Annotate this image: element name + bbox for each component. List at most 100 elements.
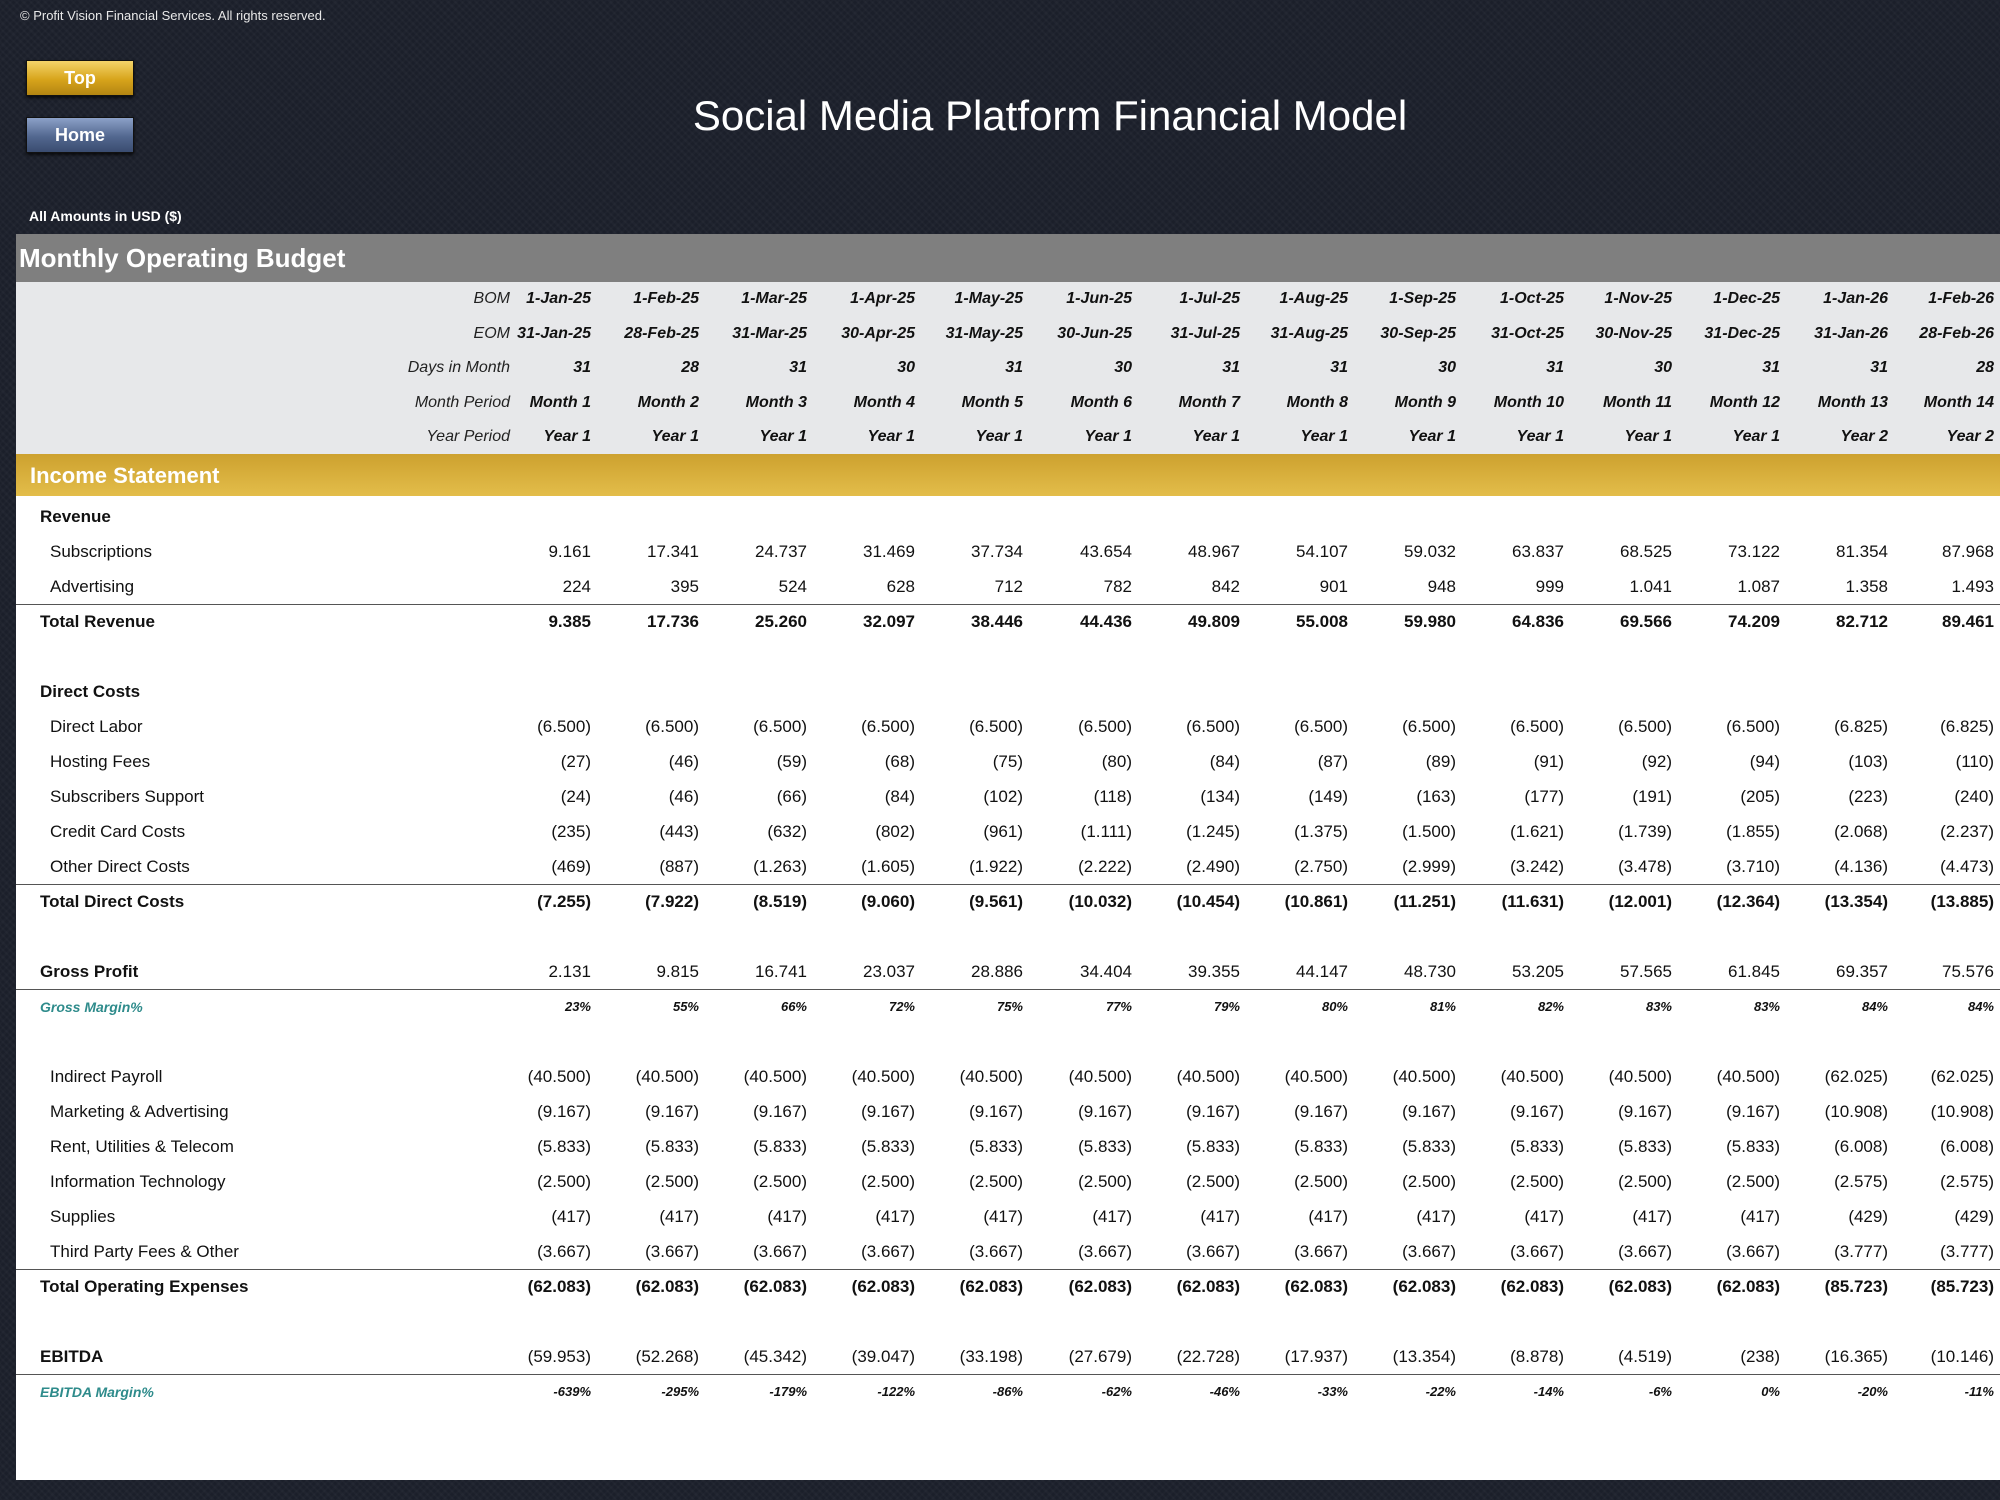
period-cell-m12[interactable]: 31	[1700, 351, 1780, 385]
period-cell-m6[interactable]: 30-Jun-25	[1052, 317, 1132, 351]
value-cell-m5[interactable]: (33.198)	[943, 1340, 1023, 1374]
value-cell-m7[interactable]: (1.245)	[1160, 815, 1240, 849]
value-cell-m13[interactable]: (223)	[1808, 780, 1888, 814]
value-cell-m10[interactable]: (3.242)	[1484, 850, 1564, 884]
value-cell-m6[interactable]: 44.436	[1052, 605, 1132, 639]
value-cell-m13[interactable]: (429)	[1808, 1200, 1888, 1234]
value-cell-m7[interactable]: (3.667)	[1160, 1235, 1240, 1269]
value-cell-m12[interactable]: 61.845	[1700, 955, 1780, 989]
value-cell-m9[interactable]: (3.667)	[1376, 1235, 1456, 1269]
value-cell-m6[interactable]: (118)	[1052, 780, 1132, 814]
value-cell-m1[interactable]: (59.953)	[511, 1340, 591, 1374]
value-cell-m10[interactable]: (40.500)	[1484, 1060, 1564, 1094]
value-cell-m4[interactable]: (9.060)	[835, 885, 915, 919]
period-cell-m2[interactable]: Year 1	[619, 420, 699, 454]
value-cell-m10[interactable]: (9.167)	[1484, 1095, 1564, 1129]
value-cell-m9[interactable]: (62.083)	[1376, 1270, 1456, 1304]
value-cell-m11[interactable]: -6%	[1592, 1375, 1672, 1409]
value-cell-m2[interactable]: 9.815	[619, 955, 699, 989]
value-cell-m8[interactable]: (17.937)	[1268, 1340, 1348, 1374]
value-cell-m4[interactable]: (84)	[835, 780, 915, 814]
value-cell-m4[interactable]: -122%	[835, 1375, 915, 1409]
value-cell-m11[interactable]: (92)	[1592, 745, 1672, 779]
period-cell-m2[interactable]: 28-Feb-25	[619, 317, 699, 351]
value-cell-m3[interactable]: (1.263)	[727, 850, 807, 884]
value-cell-m11[interactable]: 1.041	[1592, 570, 1672, 604]
value-cell-m9[interactable]: (417)	[1376, 1200, 1456, 1234]
value-cell-m6[interactable]: (62.083)	[1052, 1270, 1132, 1304]
value-cell-m2[interactable]: (417)	[619, 1200, 699, 1234]
value-cell-m3[interactable]: (8.519)	[727, 885, 807, 919]
value-cell-m5[interactable]: 75%	[943, 990, 1023, 1024]
value-cell-m11[interactable]: (417)	[1592, 1200, 1672, 1234]
value-cell-m5[interactable]: (1.922)	[943, 850, 1023, 884]
value-cell-m10[interactable]: 999	[1484, 570, 1564, 604]
value-cell-m10[interactable]: (177)	[1484, 780, 1564, 814]
value-cell-m3[interactable]: 66%	[727, 990, 807, 1024]
value-cell-m5[interactable]: (40.500)	[943, 1060, 1023, 1094]
value-cell-m2[interactable]: (6.500)	[619, 710, 699, 744]
period-cell-m5[interactable]: 31-May-25	[943, 317, 1023, 351]
value-cell-m8[interactable]: (5.833)	[1268, 1130, 1348, 1164]
value-cell-m12[interactable]: (40.500)	[1700, 1060, 1780, 1094]
period-cell-m14[interactable]: Month 14	[1914, 386, 1994, 420]
period-cell-m4[interactable]: 30-Apr-25	[835, 317, 915, 351]
value-cell-m5[interactable]: -86%	[943, 1375, 1023, 1409]
period-cell-m7[interactable]: Month 7	[1160, 386, 1240, 420]
value-cell-m8[interactable]: (87)	[1268, 745, 1348, 779]
value-cell-m5[interactable]: (62.083)	[943, 1270, 1023, 1304]
value-cell-m12[interactable]: 83%	[1700, 990, 1780, 1024]
value-cell-m13[interactable]: (2.068)	[1808, 815, 1888, 849]
value-cell-m14[interactable]: (2.575)	[1914, 1165, 1994, 1199]
value-cell-m8[interactable]: (10.861)	[1268, 885, 1348, 919]
value-cell-m7[interactable]: -46%	[1160, 1375, 1240, 1409]
period-cell-m7[interactable]: 1-Jul-25	[1160, 282, 1240, 316]
period-cell-m1[interactable]: 1-Jan-25	[511, 282, 591, 316]
value-cell-m3[interactable]: (3.667)	[727, 1235, 807, 1269]
value-cell-m13[interactable]: (85.723)	[1808, 1270, 1888, 1304]
value-cell-m1[interactable]: 2.131	[511, 955, 591, 989]
value-cell-m2[interactable]: 395	[619, 570, 699, 604]
value-cell-m13[interactable]: (62.025)	[1808, 1060, 1888, 1094]
value-cell-m11[interactable]: (3.667)	[1592, 1235, 1672, 1269]
period-cell-m4[interactable]: 30	[835, 351, 915, 385]
value-cell-m6[interactable]: -62%	[1052, 1375, 1132, 1409]
value-cell-m1[interactable]: (7.255)	[511, 885, 591, 919]
period-cell-m7[interactable]: 31-Jul-25	[1160, 317, 1240, 351]
value-cell-m8[interactable]: 54.107	[1268, 535, 1348, 569]
value-cell-m11[interactable]: (9.167)	[1592, 1095, 1672, 1129]
value-cell-m12[interactable]: (94)	[1700, 745, 1780, 779]
period-cell-m1[interactable]: 31-Jan-25	[511, 317, 591, 351]
value-cell-m11[interactable]: 57.565	[1592, 955, 1672, 989]
value-cell-m5[interactable]: (3.667)	[943, 1235, 1023, 1269]
value-cell-m12[interactable]: 73.122	[1700, 535, 1780, 569]
value-cell-m12[interactable]: (417)	[1700, 1200, 1780, 1234]
value-cell-m8[interactable]: (62.083)	[1268, 1270, 1348, 1304]
period-cell-m3[interactable]: Month 3	[727, 386, 807, 420]
value-cell-m2[interactable]: (46)	[619, 780, 699, 814]
value-cell-m4[interactable]: (40.500)	[835, 1060, 915, 1094]
value-cell-m6[interactable]: (3.667)	[1052, 1235, 1132, 1269]
value-cell-m14[interactable]: (85.723)	[1914, 1270, 1994, 1304]
value-cell-m7[interactable]: (2.500)	[1160, 1165, 1240, 1199]
period-cell-m10[interactable]: 1-Oct-25	[1484, 282, 1564, 316]
value-cell-m2[interactable]: (443)	[619, 815, 699, 849]
value-cell-m12[interactable]: 74.209	[1700, 605, 1780, 639]
value-cell-m4[interactable]: 23.037	[835, 955, 915, 989]
value-cell-m14[interactable]: 1.493	[1914, 570, 1994, 604]
value-cell-m13[interactable]: (4.136)	[1808, 850, 1888, 884]
value-cell-m8[interactable]: (417)	[1268, 1200, 1348, 1234]
period-cell-m5[interactable]: 31	[943, 351, 1023, 385]
value-cell-m6[interactable]: (10.032)	[1052, 885, 1132, 919]
period-cell-m5[interactable]: 1-May-25	[943, 282, 1023, 316]
period-cell-m3[interactable]: Year 1	[727, 420, 807, 454]
value-cell-m4[interactable]: (68)	[835, 745, 915, 779]
value-cell-m14[interactable]: (429)	[1914, 1200, 1994, 1234]
period-cell-m11[interactable]: Month 11	[1592, 386, 1672, 420]
value-cell-m11[interactable]: (6.500)	[1592, 710, 1672, 744]
value-cell-m4[interactable]: (39.047)	[835, 1340, 915, 1374]
value-cell-m4[interactable]: (2.500)	[835, 1165, 915, 1199]
value-cell-m4[interactable]: (5.833)	[835, 1130, 915, 1164]
value-cell-m13[interactable]: (6.008)	[1808, 1130, 1888, 1164]
value-cell-m7[interactable]: (6.500)	[1160, 710, 1240, 744]
